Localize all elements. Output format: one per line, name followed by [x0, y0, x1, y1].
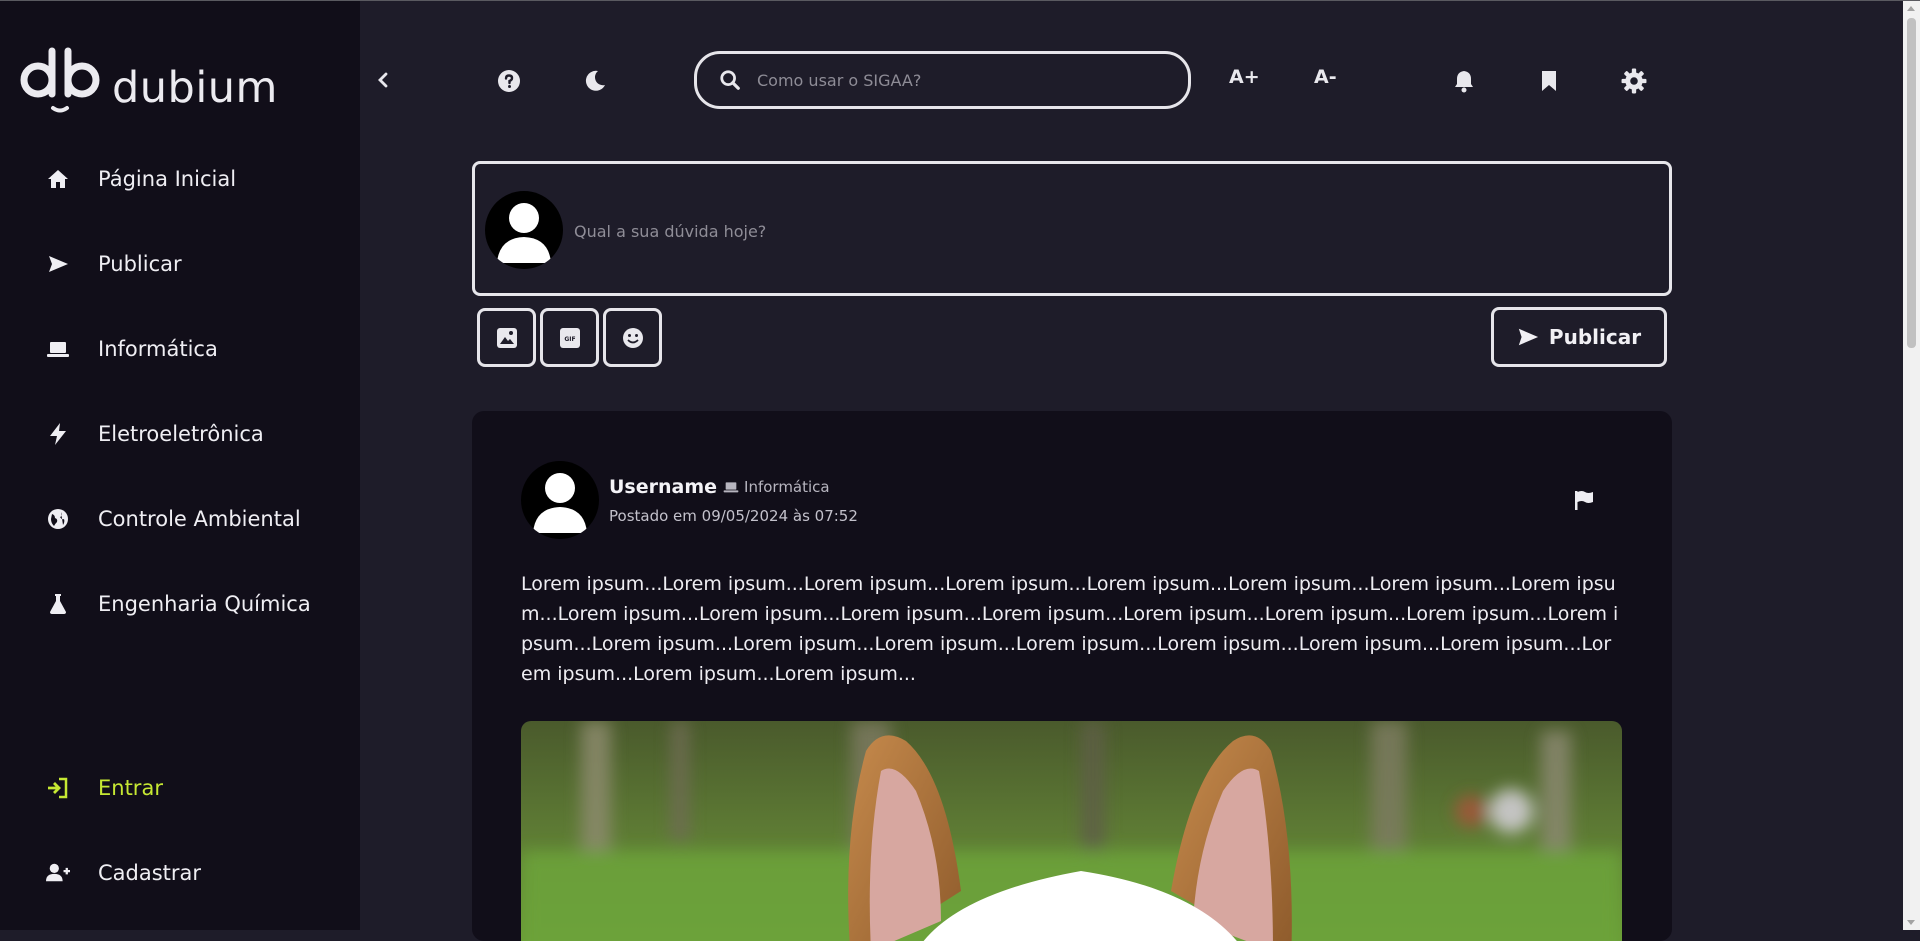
- gear-icon: [1621, 68, 1647, 94]
- post-category-label: Informática: [744, 478, 830, 496]
- sidebar-item-label: Publicar: [98, 252, 182, 276]
- font-decrease-button[interactable]: A-: [1314, 66, 1337, 88]
- sidebar-item-label: Informática: [98, 337, 218, 361]
- logo-mark-icon: [20, 47, 100, 113]
- laptop-icon: [723, 482, 739, 493]
- bell-icon: [1455, 71, 1473, 93]
- user-avatar-icon: [497, 203, 551, 263]
- sidebar-item-label: Eletroeletrônica: [98, 422, 264, 446]
- question-icon: [498, 70, 520, 92]
- sidebar-item-label: Entrar: [98, 776, 163, 800]
- chevron-left-icon: [378, 72, 388, 88]
- sidebar-item-home[interactable]: Página Inicial: [46, 159, 236, 199]
- send-icon: [46, 252, 70, 276]
- add-image-button[interactable]: [477, 308, 536, 367]
- sidebar-item-informatica[interactable]: Informática: [46, 329, 218, 369]
- help-button[interactable]: [492, 64, 526, 98]
- user-plus-icon: [46, 861, 70, 885]
- avatar[interactable]: [521, 461, 599, 539]
- page-scrollbar[interactable]: [1903, 1, 1920, 930]
- dark-mode-toggle[interactable]: [578, 64, 612, 98]
- collapse-sidebar-button[interactable]: [366, 63, 400, 97]
- publish-button-label: Publicar: [1548, 325, 1642, 349]
- sidebar-item-label: Engenharia Química: [98, 592, 311, 616]
- question-composer: [472, 161, 1672, 296]
- svg-text:GIF: GIF: [564, 336, 575, 343]
- logo[interactable]: dubium: [20, 45, 278, 117]
- emoji-icon: [622, 327, 643, 348]
- bookmarks-button[interactable]: [1532, 64, 1566, 98]
- post-body: Lorem ipsum...Lorem ipsum...Lorem ipsum.…: [521, 573, 1619, 685]
- app-name: dubium: [112, 63, 278, 113]
- sidebar-item-controle-ambiental[interactable]: Controle Ambiental: [46, 499, 301, 539]
- sign-in-icon: [46, 776, 70, 800]
- add-gif-button[interactable]: GIF: [540, 308, 599, 367]
- post-date: Postado em 09/05/2024 às 07:52: [609, 507, 858, 525]
- sidebar-item-label: Página Inicial: [98, 167, 237, 191]
- flag-icon: [1575, 491, 1593, 510]
- notifications-button[interactable]: [1447, 64, 1481, 98]
- search-input[interactable]: [755, 69, 1159, 91]
- flask-icon: [46, 592, 70, 616]
- question-input[interactable]: [572, 221, 1656, 242]
- font-increase-button[interactable]: A+: [1229, 66, 1260, 88]
- dog-photo: [521, 721, 1622, 941]
- laptop-icon: [46, 337, 70, 361]
- post-author: Username Informática: [609, 476, 830, 498]
- moon-icon: [585, 70, 605, 91]
- user-avatar-icon: [533, 473, 587, 533]
- scrollbar-thumb[interactable]: [1907, 18, 1916, 348]
- post-category[interactable]: Informática: [723, 478, 830, 496]
- gif-icon: GIF: [559, 327, 580, 348]
- search-icon: [720, 70, 740, 90]
- add-emoji-button[interactable]: [603, 308, 662, 367]
- home-icon: [46, 167, 70, 191]
- settings-button[interactable]: [1617, 64, 1651, 98]
- image-icon: [496, 327, 517, 348]
- sidebar: dubium Página Inicial Publicar Informáti…: [0, 1, 360, 930]
- bookmark-icon: [1542, 71, 1556, 91]
- sidebar-item-engenharia-quimica[interactable]: Engenharia Química: [46, 584, 311, 624]
- scroll-down-icon[interactable]: [1907, 920, 1915, 925]
- avatar: [485, 191, 563, 269]
- sidebar-item-eletroeletronica[interactable]: Eletroeletrônica: [46, 414, 264, 454]
- publish-button[interactable]: Publicar: [1491, 307, 1667, 367]
- report-button[interactable]: [1571, 487, 1597, 513]
- bolt-icon: [46, 422, 70, 446]
- username-link[interactable]: Username: [609, 476, 717, 498]
- post-image: [521, 721, 1622, 941]
- scroll-up-icon[interactable]: [1907, 6, 1915, 11]
- sidebar-item-entrar[interactable]: Entrar: [46, 768, 163, 808]
- sidebar-item-cadastrar[interactable]: Cadastrar: [46, 853, 201, 893]
- send-icon: [1518, 328, 1539, 346]
- sidebar-item-publish[interactable]: Publicar: [46, 244, 182, 284]
- sidebar-item-label: Cadastrar: [98, 861, 202, 885]
- search-bar: [694, 51, 1191, 109]
- post-card: Username Informática Postado em 09/05/20…: [472, 411, 1672, 941]
- sidebar-item-label: Controle Ambiental: [98, 507, 301, 531]
- globe-icon: [46, 507, 70, 531]
